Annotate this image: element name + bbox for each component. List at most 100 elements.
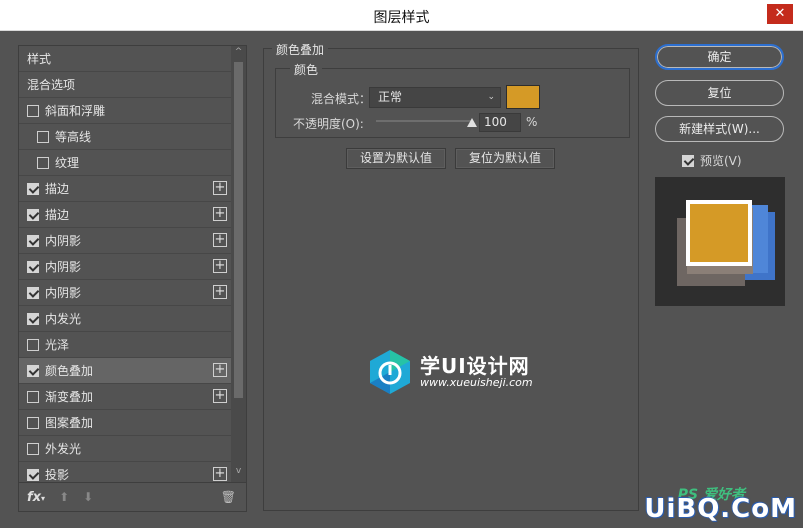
style-item-checkbox[interactable] [27,286,39,299]
style-item-checkbox[interactable] [27,364,39,377]
color-group: 颜色 混合模式： 正常 ⌄ 不透明度(O): 100 % [275,61,630,138]
blend-mode-value: 正常 [378,90,403,104]
style-preview [655,177,785,306]
add-effect-icon[interactable]: + [213,233,227,247]
reset-button[interactable]: 复位 [655,80,784,106]
new-style-button[interactable]: 新建样式(W)... [655,116,784,142]
style-item[interactable]: 等高线 [19,124,231,150]
add-effect-icon[interactable]: + [213,207,227,221]
style-item-label: 内发光 [45,312,82,326]
style-item-label: 等高线 [55,130,92,144]
style-item-checkbox[interactable] [27,338,39,351]
style-item-label: 纹理 [55,156,80,170]
style-item-label: 颜色叠加 [45,364,94,378]
add-effect-icon[interactable]: + [213,467,227,481]
style-item-checkbox[interactable] [27,182,39,195]
style-item-checkbox[interactable] [27,104,39,117]
style-item-checkbox[interactable] [27,260,39,273]
group-title: 颜色 [290,61,323,78]
style-item-label: 描边 [45,182,70,196]
corner-logo: PS 爱好者 UiBQ.CoM [607,484,797,524]
opacity-slider[interactable] [376,118,477,127]
watermark-title: 学UI设计网 [420,354,530,378]
opacity-slider-handle[interactable] [467,118,477,127]
add-effect-icon[interactable]: + [213,181,227,195]
reset-default-button[interactable]: 复位为默认值 [455,148,555,169]
style-item-label: 描边 [45,208,70,222]
style-item-label: 样式 [27,52,52,66]
style-item[interactable]: 颜色叠加 + [19,358,231,384]
style-item-checkbox[interactable] [27,390,39,403]
watermark: 学UI设计网 www.xueuisheji.com [368,349,548,395]
style-item-checkbox[interactable] [37,156,49,169]
title-bar: 图层样式 ✕ [0,0,803,31]
style-item-checkbox[interactable] [27,312,39,325]
blend-mode-label: 混合模式： [311,92,372,106]
style-item-label: 斜面和浮雕 [45,104,106,118]
ok-button[interactable]: 确定 [655,44,784,70]
styles-scrollbar[interactable]: ^ v [231,46,246,482]
opacity-label: 不透明度(O): [293,117,364,131]
style-item-label: 混合选项 [27,78,76,92]
watermark-logo-icon [370,350,410,394]
style-item[interactable]: 内阴影 + [19,228,231,254]
style-item-label: 光泽 [45,338,70,352]
style-item[interactable]: 混合选项 [19,72,231,98]
move-up-icon[interactable]: ⬆ [59,490,69,504]
style-item[interactable]: 投影 + [19,462,231,482]
style-item[interactable]: 斜面和浮雕 [19,98,231,124]
styles-panel: 样式混合选项斜面和浮雕等高线纹理描边 + 描边 + 内阴影 + 内阴影 + 内阴影 + 内发光光泽颜… [18,45,247,512]
styles-list: 样式混合选项斜面和浮雕等高线纹理描边 + 描边 + 内阴影 + 内阴影 + 内阴影 + 内发光光泽颜… [19,46,231,482]
close-button[interactable]: ✕ [767,4,793,24]
opacity-input[interactable]: 100 [479,113,521,132]
style-item-label: 投影 [45,468,70,482]
color-overlay-panel: 颜色叠加 颜色 混合模式： 正常 ⌄ 不透明度(O): 100 % 设置为默认值… [263,41,639,511]
corner-logo-big: UiBQ.CoM [644,494,797,524]
style-item[interactable]: 图案叠加 [19,410,231,436]
preview-thumbnail [677,200,775,286]
style-item-checkbox[interactable] [27,416,39,429]
color-swatch[interactable] [506,85,540,109]
window-title: 图层样式 [373,10,430,26]
style-item-label: 内阴影 [45,260,82,274]
style-item[interactable]: 描边 + [19,176,231,202]
set-default-button[interactable]: 设置为默认值 [346,148,446,169]
scroll-down-arrow-icon[interactable]: v [231,466,246,476]
style-item[interactable]: 渐变叠加 + [19,384,231,410]
style-item-checkbox[interactable] [27,208,39,221]
chevron-down-icon: ⌄ [487,92,495,102]
preview-toggle[interactable]: 预览(V) [682,152,742,169]
style-item[interactable]: 内阴影 + [19,280,231,306]
style-item-checkbox[interactable] [27,234,39,247]
style-item[interactable]: 内发光 [19,306,231,332]
add-effect-icon[interactable]: + [213,363,227,377]
fx-menu-button[interactable]: fx▾ [27,490,45,505]
style-item-label: 内阴影 [45,286,82,300]
move-down-icon[interactable]: ⬇ [83,490,93,504]
layer-style-dialog: 样式 混合选项 斜面和浮雕 等高线 纹理 描边 + 描边 + 内阴影 + 内阴影 + 内阴影 + 内发光 光泽颜… [0,31,803,528]
style-item[interactable]: 样式 [19,46,231,72]
watermark-url: www.xueuisheji.com [420,376,533,389]
scroll-up-arrow-icon[interactable]: ^ [231,47,246,57]
style-item-checkbox[interactable] [27,468,39,481]
style-item[interactable]: 内阴影 + [19,254,231,280]
preview-label: 预览(V) [700,154,742,168]
style-item[interactable]: 纹理 [19,150,231,176]
add-effect-icon[interactable]: + [213,259,227,273]
style-item[interactable]: 外发光 [19,436,231,462]
style-item[interactable]: 描边 + [19,202,231,228]
style-item[interactable]: 光泽 [19,332,231,358]
scroll-thumb[interactable] [234,62,243,398]
style-item-label: 图案叠加 [45,416,94,430]
add-effect-icon[interactable]: + [213,389,227,403]
add-effect-icon[interactable]: + [213,285,227,299]
preview-checkbox[interactable] [682,154,694,167]
blend-mode-select[interactable]: 正常 ⌄ [369,87,501,108]
style-item-checkbox[interactable] [37,130,49,143]
style-item-checkbox[interactable] [27,442,39,455]
style-item-label: 外发光 [45,442,82,456]
style-item-label: 渐变叠加 [45,390,94,404]
trash-icon[interactable]: 🗑 [221,490,236,504]
style-item-label: 内阴影 [45,234,82,248]
section-title: 颜色叠加 [272,41,329,58]
